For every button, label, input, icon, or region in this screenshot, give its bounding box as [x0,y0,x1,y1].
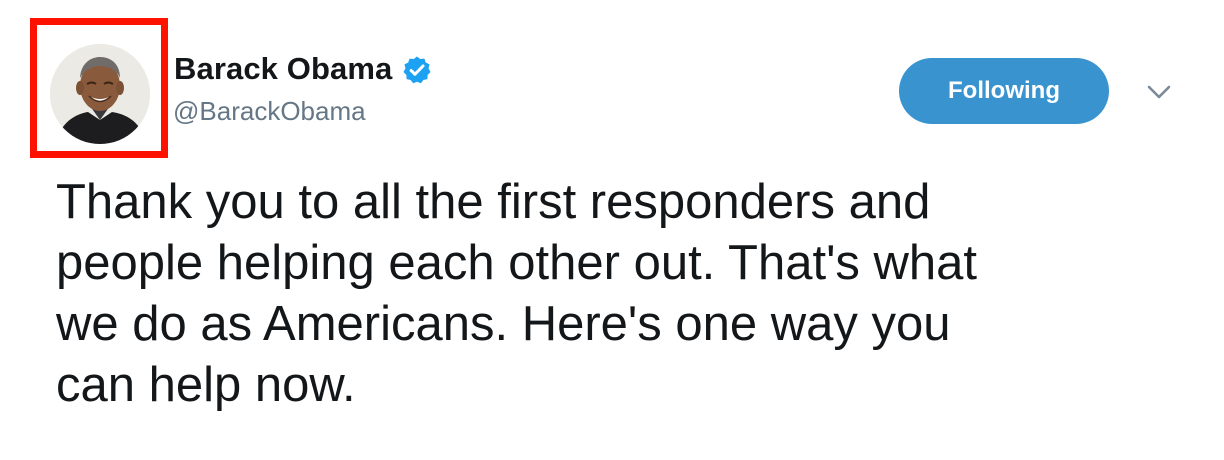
author-name-row: Barack Obama [174,48,432,90]
tweet-text: Thank you to all the first responders an… [56,175,978,412]
following-button[interactable]: Following [899,58,1109,124]
verified-badge-icon [402,55,432,85]
author-handle[interactable]: @BarackObama [173,94,366,128]
author-display-name[interactable]: Barack Obama [174,49,392,89]
avatar-highlight-box [30,18,168,158]
tweet-card: Barack Obama @BarackObama Following Than… [0,0,1224,460]
chevron-down-icon[interactable] [1138,76,1180,108]
